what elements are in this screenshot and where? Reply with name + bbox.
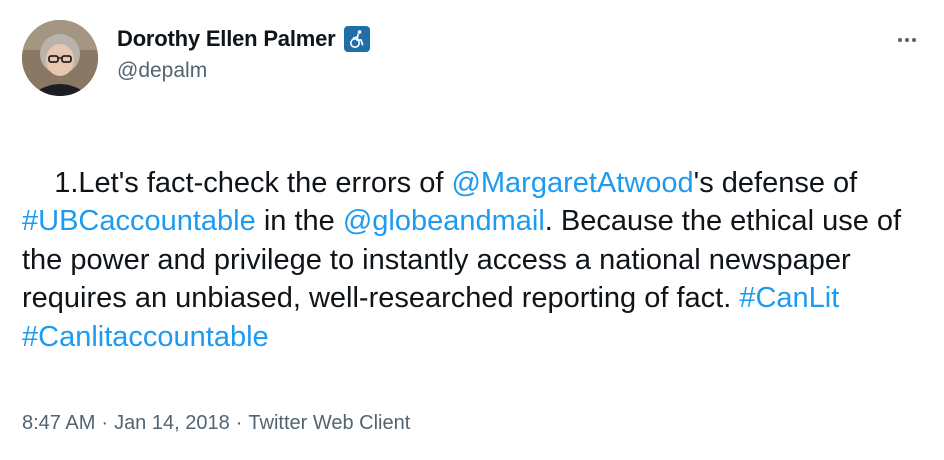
tweet-text-segment [839,282,847,314]
tweet-meta: 8:47 AM · Jan 14, 2018 · Twitter Web Cli… [22,412,410,435]
hashtag-link[interactable]: #Canlitaccountable [22,321,269,353]
mention-link[interactable]: @MargaretAtwood [451,167,693,199]
tweet-text: 1.Let's fact-check the errors of @Margar… [22,125,927,395]
tweet-text-segment: 's defense of [693,166,874,199]
tweet-text-segment: 1.Let's fact-check the errors of [54,166,452,199]
more-dot-icon [898,38,902,42]
accessibility-wheelchair-icon [343,26,370,52]
tweet-card: Dorothy Ellen Palmer @depalm 1.Let's fac… [0,0,944,460]
more-options-button[interactable] [892,30,922,50]
more-dot-icon [905,38,909,42]
tweet-text-segment: in the [255,205,343,237]
tweet-date[interactable]: Jan 14, 2018 [114,412,230,435]
tweet-time[interactable]: 8:47 AM [22,412,95,435]
hashtag-link[interactable]: #UBCaccountable [22,205,256,237]
more-dot-icon [912,38,916,42]
name-row: Dorothy Ellen Palmer [117,26,370,52]
user-handle[interactable]: @depalm [117,59,207,83]
meta-separator: · [101,412,109,434]
avatar[interactable] [22,20,98,96]
tweet-client[interactable]: Twitter Web Client [248,412,410,435]
mention-link[interactable]: @globeandmail [343,205,545,237]
display-name[interactable]: Dorothy Ellen Palmer [117,26,336,52]
meta-separator: · [235,412,243,434]
hashtag-link[interactable]: #CanLit [739,282,839,314]
